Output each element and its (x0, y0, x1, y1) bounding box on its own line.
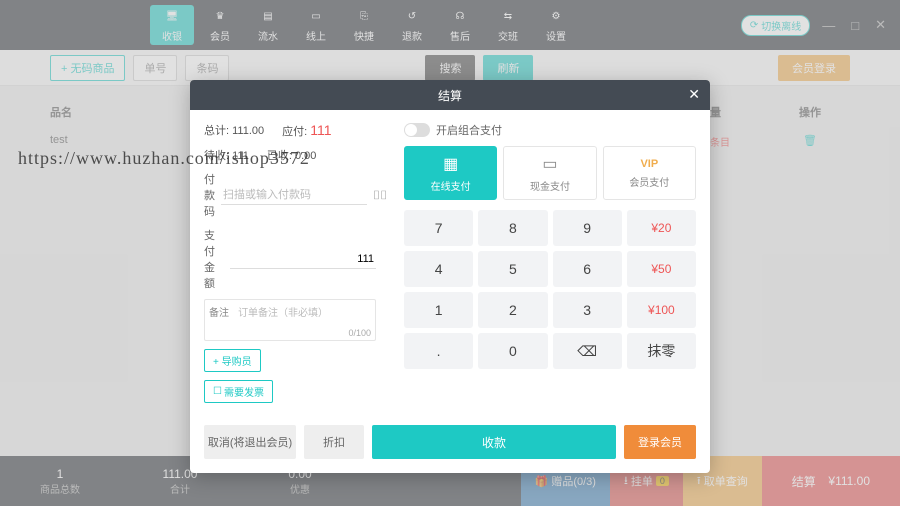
paycode-input[interactable] (221, 186, 367, 205)
key-amt-20[interactable]: ¥20 (627, 210, 696, 246)
key-1[interactable]: 1 (404, 292, 473, 328)
wallet-icon: ▭ (542, 154, 557, 174)
qr-icon: ▦ (443, 154, 458, 174)
discount-button[interactable]: 折扣 (304, 425, 364, 459)
paycode-field: 付款码 ⌷⌷ (204, 171, 376, 219)
vip-icon: VIP (640, 158, 658, 170)
add-salesman-button[interactable]: + 导购员 (204, 349, 261, 372)
numeric-keypad: 7 8 9 ¥20 4 5 6 ¥50 1 2 3 ¥100 . 0 ⌫ 抹零 (404, 210, 696, 369)
remark-box[interactable]: 备注 订单备注（非必填） 0/100 (204, 299, 376, 341)
close-icon[interactable]: ✕ (688, 86, 700, 103)
key-2[interactable]: 2 (478, 292, 547, 328)
key-6[interactable]: 6 (553, 251, 622, 287)
key-round[interactable]: 抹零 (627, 333, 696, 369)
watermark-text: https://www.huzhan.com/ishop3572 (18, 148, 310, 169)
key-7[interactable]: 7 (404, 210, 473, 246)
checkout-modal: 结算 ✕ 总计: 111.00 应付: 111 待收: 111 已收: 0.00… (190, 80, 710, 473)
payamount-field: 支付金额 (204, 227, 376, 291)
pay-member[interactable]: VIP会员支付 (603, 146, 696, 200)
login-member-button[interactable]: 登录会员 (624, 425, 696, 459)
key-5[interactable]: 5 (478, 251, 547, 287)
key-9[interactable]: 9 (553, 210, 622, 246)
cancel-button[interactable]: 取消(将退出会员) (204, 425, 296, 459)
key-4[interactable]: 4 (404, 251, 473, 287)
scan-icon[interactable]: ⌷⌷ (373, 188, 387, 203)
key-8[interactable]: 8 (478, 210, 547, 246)
key-0[interactable]: 0 (478, 333, 547, 369)
pay-online[interactable]: ▦在线支付 (404, 146, 497, 200)
key-amt-50[interactable]: ¥50 (627, 251, 696, 287)
pay-cash[interactable]: ▭现金支付 (503, 146, 596, 200)
modal-overlay: 结算 ✕ 总计: 111.00 应付: 111 待收: 111 已收: 0.00… (0, 0, 900, 506)
payamount-input[interactable] (230, 250, 376, 269)
combo-pay-row: 开启组合支付 (404, 122, 696, 138)
key-3[interactable]: 3 (553, 292, 622, 328)
key-backspace[interactable]: ⌫ (553, 333, 622, 369)
combo-pay-switch[interactable] (404, 123, 430, 137)
checkbox-icon: ☐ (213, 386, 222, 397)
collect-button[interactable]: 收款 (372, 425, 616, 459)
key-dot[interactable]: . (404, 333, 473, 369)
key-amt-100[interactable]: ¥100 (627, 292, 696, 328)
modal-title: 结算 (438, 87, 462, 104)
need-invoice-button[interactable]: ☐需要发票 (204, 380, 273, 403)
modal-header: 结算 ✕ (190, 80, 710, 110)
